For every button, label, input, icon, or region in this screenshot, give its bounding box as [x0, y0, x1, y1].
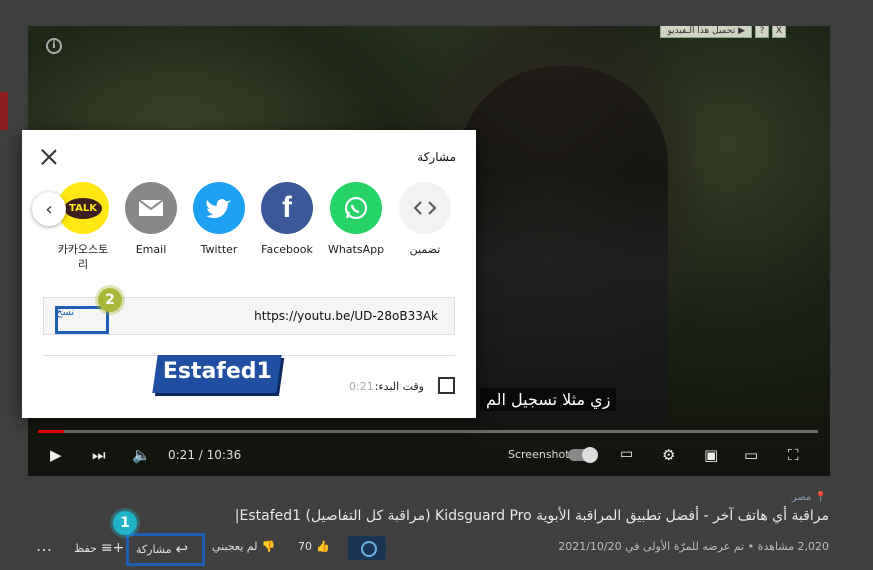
fullscreen-icon[interactable]: ⛶ [788, 446, 799, 464]
share-option-email[interactable]: Email [116, 182, 186, 257]
save-button[interactable]: حفظ ≡+ [74, 540, 124, 556]
miniplayer-icon[interactable]: ▣ [704, 446, 718, 464]
video-title: مراقبة أي هاتف آخر - أفضل تطبيق المراقبة… [234, 508, 829, 524]
watermark-logo: Estafed1 [152, 355, 282, 393]
annotation-badge-2: 2 [98, 288, 122, 312]
video-meta: 2,020 مشاهدة • تم عرضه للمرّة الأولى في … [558, 540, 829, 553]
subtitles-icon[interactable]: ▭ [620, 446, 633, 462]
player-controls: ▶ ⏭ 🔈 0:21 / 10:36 Screenshot ▭ ⚙ ▣ ▭ ⛶ [28, 432, 830, 476]
share-url-text: https://youtu.be/UD-28oB33Ak [254, 309, 438, 323]
settings-icon[interactable]: ⚙ [662, 446, 675, 464]
dislike-label: لم يعجبني [212, 540, 258, 553]
location-tag: 📍 مصر [791, 492, 827, 503]
next-icon[interactable]: ⏭ [92, 446, 106, 464]
download-close-button[interactable]: X [772, 26, 786, 38]
whatsapp-icon [330, 182, 382, 234]
screenshot-label[interactable]: Screenshot [508, 448, 570, 461]
download-help-button[interactable]: ? [755, 26, 769, 38]
share-option-embed[interactable]: تضمين [390, 182, 460, 257]
highlight-share-box [126, 533, 205, 566]
screen: i تحميل هذا الـفيديو ▶ ? X زي مثلا تسجيل… [0, 0, 873, 570]
more-icon[interactable]: … [36, 536, 52, 555]
start-at-checkbox[interactable] [438, 377, 455, 394]
facebook-icon: f [261, 182, 313, 234]
save-label: حفظ [74, 541, 97, 555]
share-option-twitter[interactable]: Twitter [184, 182, 254, 257]
channel-icon[interactable] [348, 536, 386, 560]
share-dialog-title: مشاركة [417, 150, 456, 164]
share-option-label: تضمين [409, 243, 441, 256]
kakaotalk-badge: TALK [64, 197, 102, 219]
start-at-label: وقت البدء: [374, 380, 424, 393]
close-icon[interactable] [40, 148, 58, 166]
chevron-left-icon[interactable]: ‹ [32, 192, 66, 226]
time-display: 0:21 / 10:36 [168, 448, 242, 462]
play-icon[interactable]: ▶ [50, 446, 62, 464]
side-tab [0, 92, 8, 130]
download-bar: تحميل هذا الـفيديو ▶ ? X [660, 26, 786, 39]
twitter-icon [193, 182, 245, 234]
embed-icon [399, 182, 451, 234]
like-count: 70 [298, 540, 312, 553]
dislike-button[interactable]: لم يعجبني 👎 [212, 540, 275, 553]
thumbs-up-icon: 👍 [316, 540, 330, 553]
volume-icon[interactable]: 🔈 [132, 446, 151, 464]
share-option-label: Twitter [200, 243, 238, 256]
share-option-facebook[interactable]: f Facebook [252, 182, 322, 257]
playlist-add-icon: ≡+ [100, 540, 125, 556]
share-option-label: Facebook [261, 243, 313, 256]
share-option-whatsapp[interactable]: WhatsApp [321, 182, 391, 257]
watermark-text: Estafed1 [162, 359, 272, 384]
video-caption: زي مثلا تسجيل الم [480, 388, 617, 411]
download-video-button[interactable]: تحميل هذا الـفيديو ▶ [660, 26, 752, 38]
share-option-label: WhatsApp [327, 243, 385, 256]
autoplay-toggle[interactable] [568, 447, 598, 463]
start-at-time[interactable]: 0:21 [349, 380, 374, 393]
highlight-copy-box [55, 306, 109, 334]
info-icon[interactable]: i [46, 38, 62, 54]
share-option-label: Email [135, 243, 167, 256]
theater-icon[interactable]: ▭ [744, 446, 758, 464]
share-option-label: 카카오스토 리 [57, 243, 109, 271]
like-button[interactable]: 70 👍 [298, 540, 330, 553]
location-text: مصر [791, 492, 812, 503]
email-icon [125, 182, 177, 234]
annotation-badge-1: 1 [113, 511, 137, 535]
thumbs-down-icon: 👎 [261, 540, 276, 553]
